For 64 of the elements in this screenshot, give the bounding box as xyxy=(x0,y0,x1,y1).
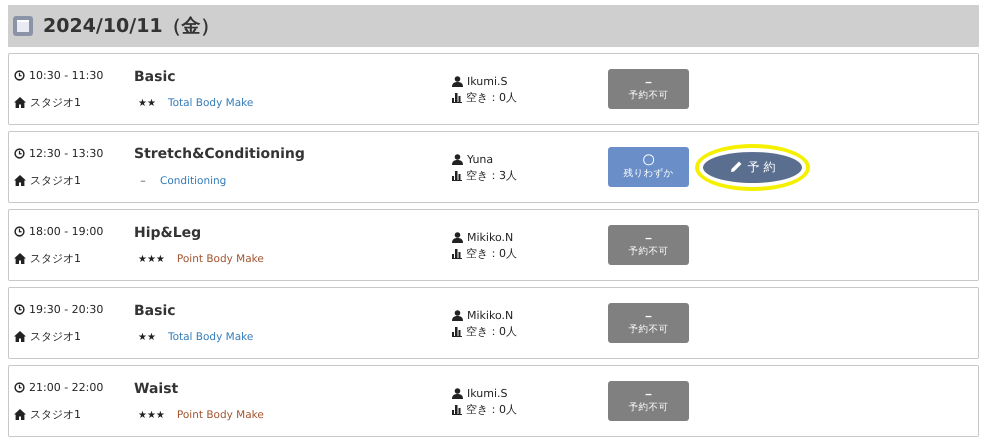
category-label: Total Body Make xyxy=(168,331,254,343)
pencil-icon xyxy=(730,161,742,173)
lesson-name: Hip&Leg xyxy=(134,225,202,241)
bar-chart-icon xyxy=(452,170,462,180)
instructor-name: Ikumi.S xyxy=(467,75,508,88)
studio-name: スタジオ1 xyxy=(30,328,81,344)
vacancy-count: 空き：0人 xyxy=(466,324,517,339)
person-icon xyxy=(452,310,463,321)
lesson-name: Stretch&Conditioning xyxy=(134,146,306,162)
availability-badge: 〇 残りわずか xyxy=(608,147,689,187)
clock-icon xyxy=(14,304,25,314)
calendar-icon xyxy=(13,16,33,36)
clock-icon xyxy=(14,226,25,236)
vacancy-count: 空き：0人 xyxy=(466,402,517,417)
person-icon xyxy=(452,388,463,399)
bar-chart-icon xyxy=(452,404,462,414)
studio-name: スタジオ1 xyxy=(30,406,81,422)
intensity-rating: － xyxy=(138,175,148,188)
category-label: Total Body Make xyxy=(168,97,254,109)
lesson-name: Waist xyxy=(134,381,180,397)
lesson-time: 12:30 - 13:30 xyxy=(29,146,104,160)
lesson-time: 18:00 - 19:00 xyxy=(29,224,104,238)
clock-icon xyxy=(14,148,25,158)
intensity-rating: ★★★ xyxy=(138,410,165,420)
clock-icon xyxy=(14,382,25,392)
date-title: 2024/10/11（金） xyxy=(43,14,220,39)
intensity-rating: ★★ xyxy=(138,332,156,342)
home-icon xyxy=(14,408,26,420)
lesson-name: Basic xyxy=(134,69,177,85)
bar-chart-icon xyxy=(452,92,462,102)
vacancy-count: 空き：3人 xyxy=(466,168,517,183)
reserve-button[interactable]: 予 約 xyxy=(703,152,802,182)
lesson-time: 10:30 - 11:30 xyxy=(29,68,104,82)
instructor-name: Mikiko.N xyxy=(467,231,514,244)
home-icon xyxy=(14,96,26,108)
bar-chart-icon xyxy=(452,248,462,258)
person-icon xyxy=(452,76,463,87)
lesson-name: Basic xyxy=(134,303,177,319)
instructor-name: Mikiko.N xyxy=(467,309,514,322)
home-icon xyxy=(14,252,26,264)
vacancy-count: 空き：0人 xyxy=(466,90,517,105)
studio-name: スタジオ1 xyxy=(30,172,81,188)
lesson-time: 21:00 - 22:00 xyxy=(29,380,104,394)
person-icon xyxy=(452,154,463,165)
studio-name: スタジオ1 xyxy=(30,250,81,266)
instructor-name: Ikumi.S xyxy=(467,387,508,400)
studio-name: スタジオ1 xyxy=(30,94,81,110)
category-label: Point Body Make xyxy=(176,409,264,421)
home-icon xyxy=(14,330,26,342)
intensity-rating: ★★★ xyxy=(138,254,165,264)
clock-icon xyxy=(14,70,25,80)
instructor-name: Yuna xyxy=(467,153,494,166)
lesson-time: 19:30 - 20:30 xyxy=(29,302,104,316)
vacancy-count: 空き：0人 xyxy=(466,246,517,261)
availability-badge: － 予約不可 xyxy=(608,303,689,343)
category-label: Conditioning xyxy=(160,175,226,187)
intensity-rating: ★★ xyxy=(138,98,156,108)
availability-badge: － 予約不可 xyxy=(608,225,689,265)
availability-badge: － 予約不可 xyxy=(608,381,689,421)
person-icon xyxy=(452,232,463,243)
home-icon xyxy=(14,174,26,186)
availability-badge: － 予約不可 xyxy=(608,69,689,109)
bar-chart-icon xyxy=(452,326,462,336)
category-label: Point Body Make xyxy=(176,253,264,265)
